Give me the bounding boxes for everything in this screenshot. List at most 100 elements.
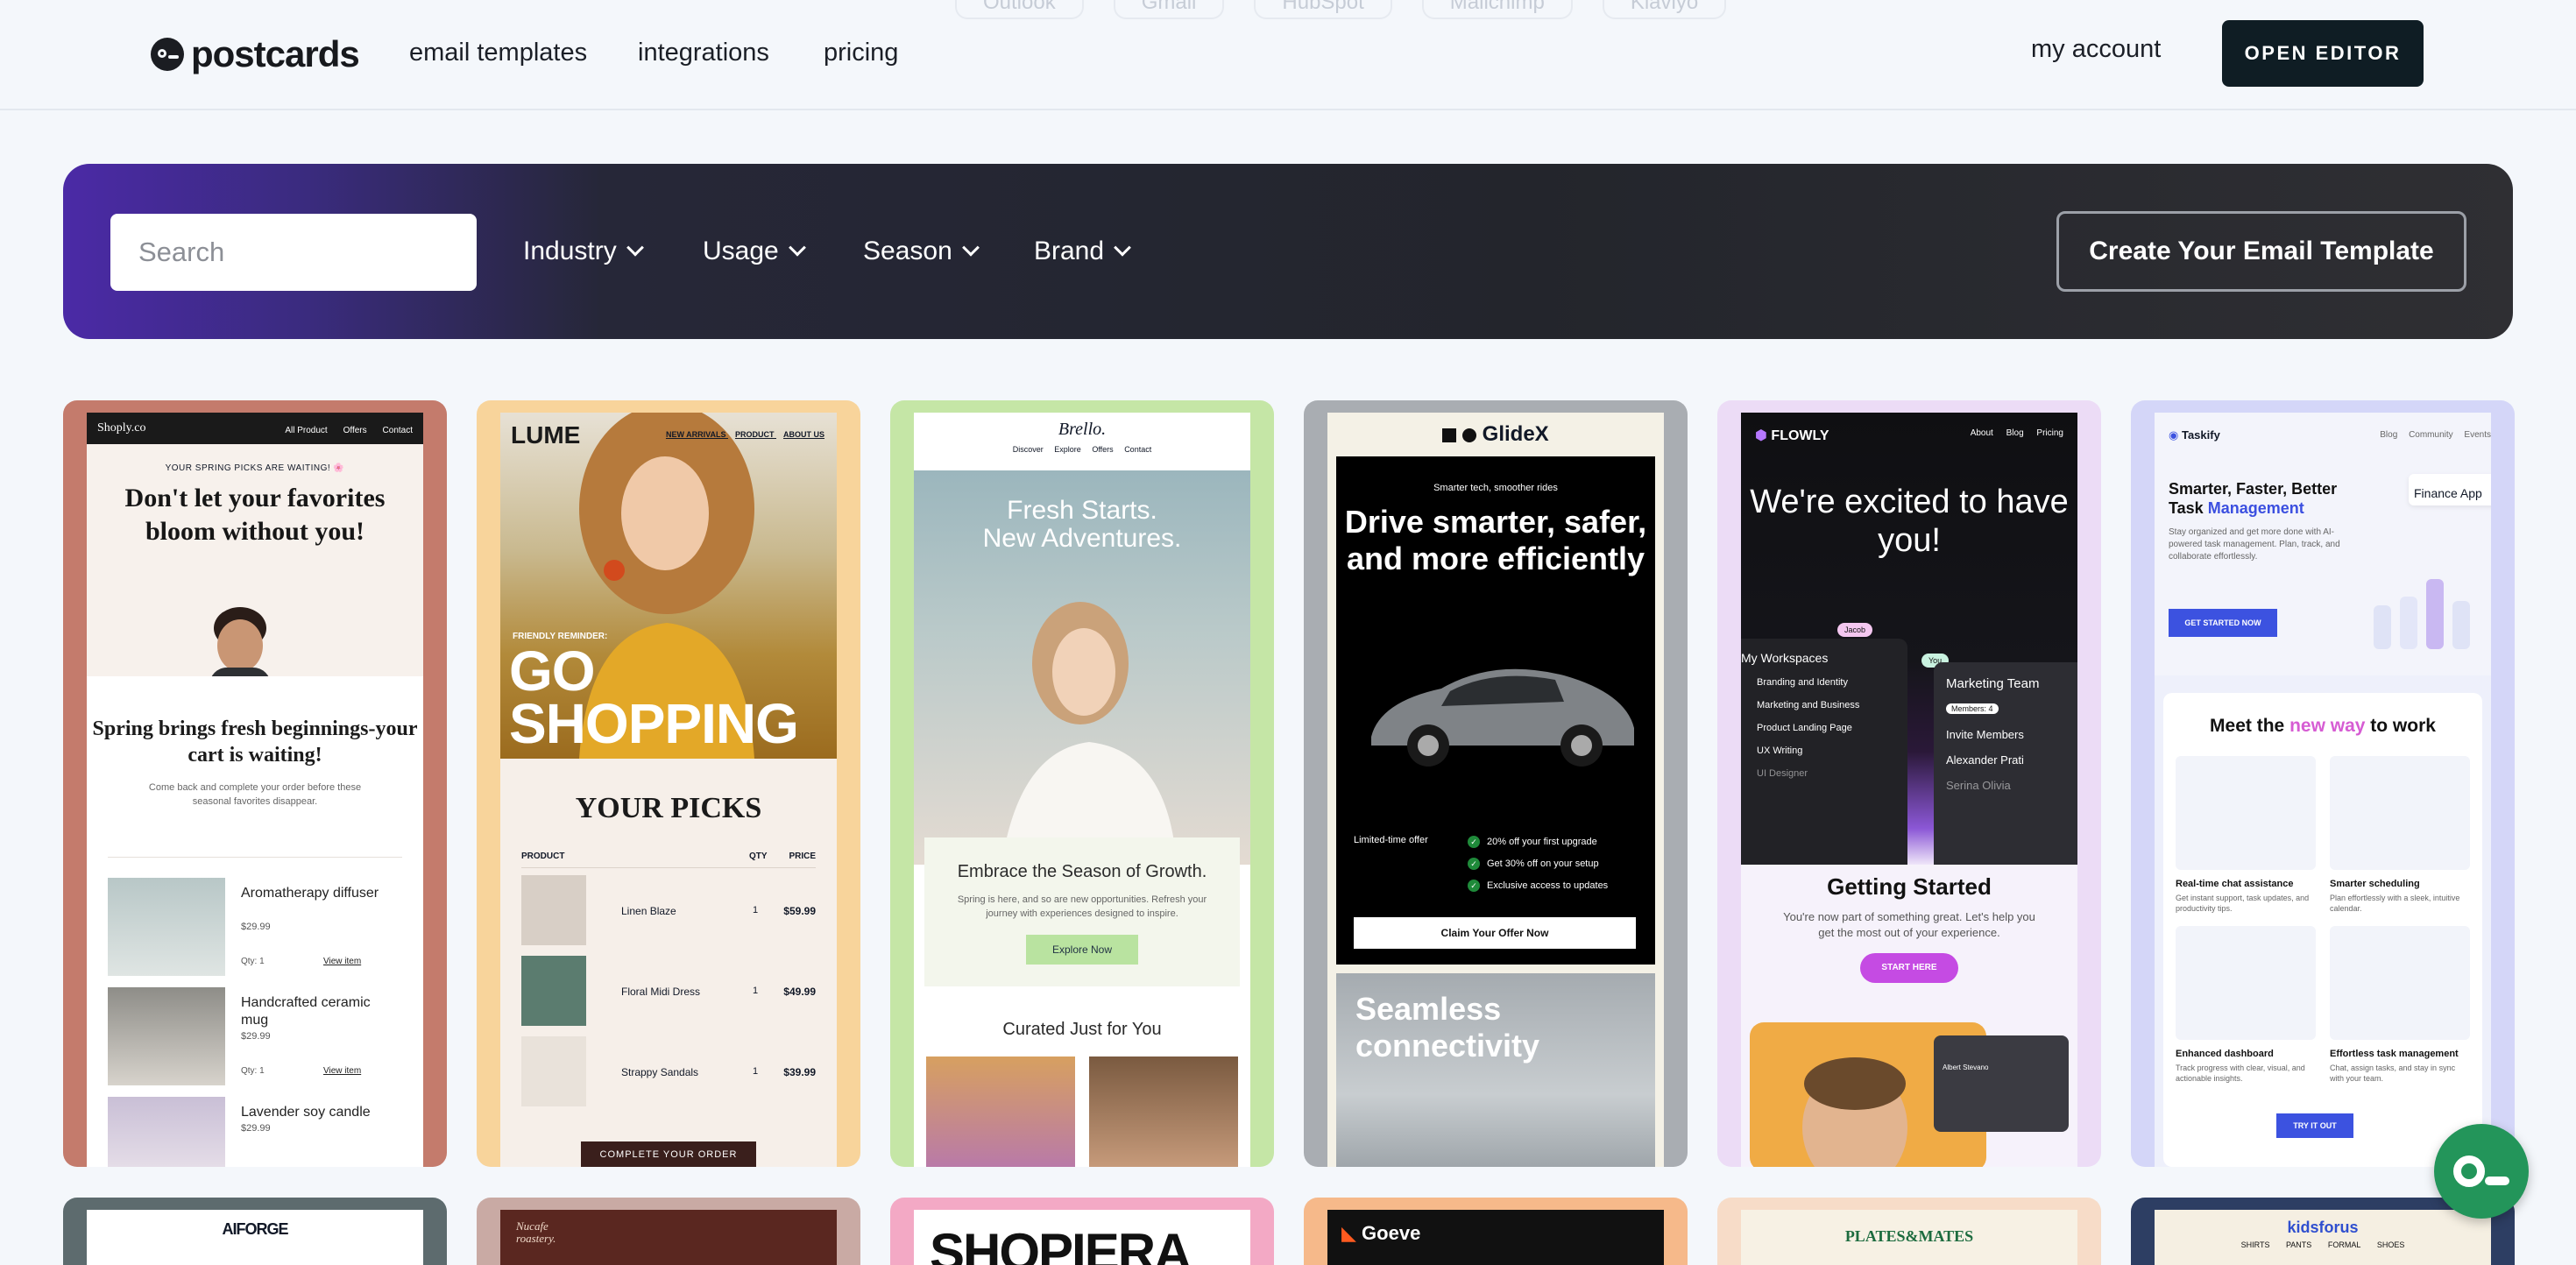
feature-mockup <box>2176 926 2316 1040</box>
feature-mockup <box>2330 756 2470 870</box>
create-email-template-button[interactable]: Create Your Email Template <box>2056 211 2466 292</box>
try-it-out-button: TRY IT OUT <box>2276 1113 2353 1138</box>
template-card-glidex[interactable]: GlideX Smarter tech, smoother rides Driv… <box>1304 400 1688 1167</box>
template-card-taskify[interactable]: ◉ Taskify Blog Community Events Smarter,… <box>2131 400 2515 1167</box>
chevron-down-icon <box>1114 238 1131 257</box>
ghost-tab: Mailchimp <box>1421 0 1573 19</box>
claim-offer-button: Claim Your Offer Now <box>1354 917 1636 949</box>
product-qty: Qty: 1 <box>241 957 265 966</box>
chevron-down-icon <box>626 238 644 257</box>
my-account-link[interactable]: my account <box>2031 35 2161 64</box>
email-body: Stay organized and get more done with AI… <box>2169 527 2340 562</box>
industry-dropdown[interactable]: Industry <box>523 237 644 266</box>
product-image <box>521 956 586 1026</box>
template-card-aiforge[interactable]: AIFORGE <box>63 1198 447 1265</box>
email-nav: SHIRTS PANTS FORMAL SHOES <box>2155 1240 2491 1249</box>
email-headline: GO SHOPPING <box>509 640 799 752</box>
email-nav-link: All Product <box>285 426 328 435</box>
panel-title: My Workspaces <box>1741 651 1829 665</box>
template-card-nucafe[interactable]: Nucafe roastery. <box>477 1198 860 1265</box>
column-header: PRICE <box>789 852 816 861</box>
brand-logo: Brello. <box>1058 420 1107 439</box>
email-nav-link: Explore <box>1054 445 1081 454</box>
usage-dropdown[interactable]: Usage <box>703 237 806 266</box>
product-row: Linen Blaze 1 $59.99 <box>521 875 816 949</box>
section-title-part: to work <box>2370 716 2436 736</box>
feature-desc: Track progress with clear, visual, and a… <box>2176 1064 2305 1083</box>
section-title: Meet the new way to work <box>2163 693 2482 737</box>
nav-pricing[interactable]: pricing <box>824 39 898 67</box>
explore-now-button: Explore Now <box>1026 935 1138 965</box>
season-dropdown[interactable]: Season <box>863 237 980 266</box>
email-headline: Fresh Starts. New Adventures. <box>914 470 1250 553</box>
members-badge: Members: 4 <box>1946 703 1999 714</box>
email-nav-link: PANTS <box>2285 1240 2312 1249</box>
postcards-logo-icon <box>151 38 184 71</box>
email-nav-link: SHOES <box>2376 1240 2405 1249</box>
product-image <box>108 1097 225 1167</box>
chat-widget-button[interactable] <box>2434 1124 2529 1219</box>
divider <box>108 857 402 858</box>
panel-title: Marketing Team <box>1946 676 2040 691</box>
getting-started-section: Getting Started You're now part of somet… <box>1741 865 2077 1167</box>
feature-title: Real-time chat assistance <box>2176 879 2294 889</box>
get-started-button: GET STARTED NOW <box>2169 609 2277 637</box>
email-body: Come back and complete your order before… <box>148 782 362 807</box>
section-title: Curated Just for You <box>1002 1020 1162 1039</box>
contact-card: Albert Stevano <box>1934 1035 2069 1132</box>
email-nav-link: FORMAL <box>2327 1240 2361 1249</box>
content-box: Embrace the Season of Growth. Spring is … <box>924 837 1240 986</box>
template-card-shoply[interactable]: Shoply.co All Product Offers Contact YOU… <box>63 400 447 1167</box>
brand-name: FLOWLY <box>1771 428 1829 443</box>
feature-mockup <box>2176 756 2316 870</box>
email-nav-link: About <box>1970 428 1993 438</box>
product-price: $29.99 <box>241 1031 271 1042</box>
email-nav-link: Offers <box>1092 445 1114 454</box>
headline-line: GO <box>509 640 596 703</box>
goeve-logo-icon: ◣ <box>1341 1222 1356 1244</box>
contact-name: Albert Stevano <box>1943 1064 1989 1071</box>
product-name: Aromatherapy diffuser <box>241 886 379 901</box>
template-card-flowly[interactable]: ⬢ FLOWLY About Blog Pricing We're excite… <box>1717 400 2101 1167</box>
template-card-brello[interactable]: Brello. Discover Explore Offers Contact … <box>890 400 1274 1167</box>
email-nav-link: Blog <box>2006 428 2024 438</box>
product-name: Floral Midi Dress <box>621 986 701 998</box>
template-card-goeve[interactable]: ◣ Goeve <box>1304 1198 1688 1265</box>
product-image <box>108 987 225 1085</box>
workspace-item: Product Landing Page <box>1757 723 1852 733</box>
brand-logo: SHOPIERA <box>930 1223 1192 1265</box>
product-row: Floral Midi Dress 1 $49.99 <box>521 956 816 1029</box>
email-nav-link: Pricing <box>2036 428 2063 438</box>
template-card-shopiera[interactable]: SHOPIERA <box>890 1198 1274 1265</box>
email-eyebrow: YOUR SPRING PICKS ARE WAITING! 🌸 <box>165 463 345 473</box>
offer-bullet: Get 30% off on your setup <box>1468 858 1599 870</box>
search-input[interactable] <box>110 214 477 291</box>
email-nav-link: Blog <box>2380 430 2398 440</box>
hero-panel: Smarter tech, smoother rides Drive smart… <box>1336 456 1655 965</box>
email-nav: NEW ARRIVALS PRODUCT ABOUT US <box>659 430 824 439</box>
email-nav: Discover Explore Offers Contact <box>914 445 1250 454</box>
brand-dropdown[interactable]: Brand <box>1034 237 1131 266</box>
dropdown-label: Season <box>863 237 952 265</box>
ghost-tab: Gmail <box>1113 0 1225 19</box>
dropdown-label: Industry <box>523 237 617 265</box>
email-nav-link: ABOUT US <box>783 430 824 439</box>
email-nav-link: Community <box>2409 430 2453 440</box>
product-qty: 1 <box>753 986 759 996</box>
mock-chart <box>2374 579 2470 649</box>
features-section: Meet the new way to work Real-time chat … <box>2163 693 2482 1167</box>
section-body: You're now part of something great. Let'… <box>1783 910 2035 939</box>
column-header: QTY <box>749 852 768 861</box>
postcards-logo[interactable]: postcards <box>151 33 360 75</box>
paper-sign: Spring brings fresh beginnings-your cart… <box>87 676 423 1167</box>
open-editor-button[interactable]: OPEN EDITOR <box>2222 20 2424 87</box>
top-navigation: Outlook Gmail HubSpot Mailchimp Klaviyo … <box>0 0 2576 110</box>
nav-integrations[interactable]: integrations <box>638 39 769 67</box>
template-card-platesmates[interactable]: PLATES&MATES <box>1717 1198 2101 1265</box>
nav-email-templates[interactable]: email templates <box>409 39 587 67</box>
product-image <box>1089 1057 1238 1167</box>
email-eyebrow: Smarter tech, smoother rides <box>1433 483 1558 493</box>
logo-text: postcards <box>191 33 360 74</box>
email-nav-link: Discover <box>1012 445 1044 454</box>
template-card-lume[interactable]: LUME NEW ARRIVALS PRODUCT ABOUT US FRIEN… <box>477 400 860 1167</box>
